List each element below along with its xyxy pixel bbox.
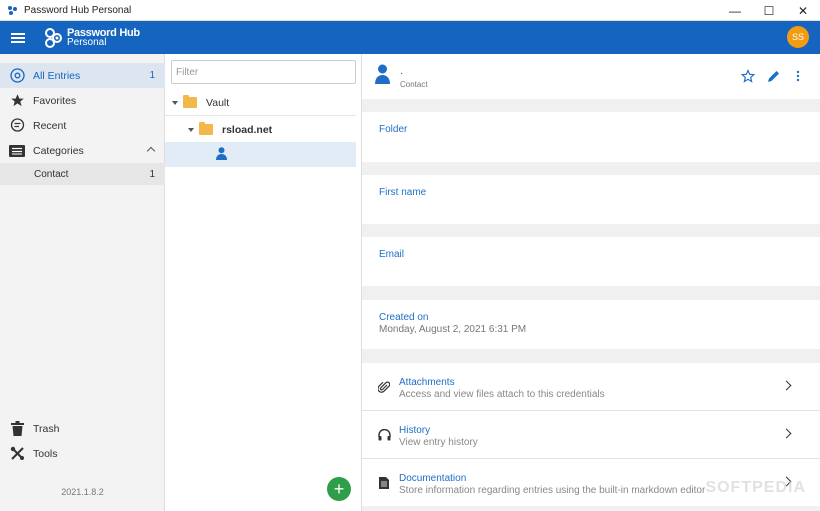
- field-value: Monday, August 2, 2021 6:31 PM: [379, 324, 527, 335]
- app-logo-icon: [6, 4, 18, 16]
- entry-count: 1: [149, 70, 155, 81]
- sidebar-item-label: Categories: [33, 144, 84, 157]
- password-hub-logo-icon: [45, 27, 62, 48]
- link-subtitle: Access and view files attach to this cre…: [399, 389, 605, 400]
- sidebar-item-contact[interactable]: Contact 1: [0, 163, 165, 185]
- sidebar: All Entries 1 Favorites Recent Categorie…: [0, 54, 165, 511]
- history-link[interactable]: History View entry history: [362, 411, 820, 458]
- field-created-on: Created on Monday, August 2, 2021 6:31 P…: [362, 300, 820, 349]
- tree-item-rsload[interactable]: rsload.net: [165, 117, 356, 142]
- trash-icon: [9, 421, 25, 437]
- title-bar: Password Hub Personal — ☐ ✕: [0, 0, 820, 21]
- entry-name: ·: [400, 68, 404, 79]
- minimize-button[interactable]: —: [718, 0, 752, 21]
- entry-detail-panel: · Contact Folder First name Email Create…: [362, 54, 820, 511]
- sidebar-item-label: Trash: [33, 422, 60, 435]
- sidebar-item-label: Tools: [33, 447, 58, 460]
- entry-count: 1: [149, 168, 155, 180]
- link-title: Documentation: [399, 473, 467, 484]
- more-options-icon[interactable]: [790, 68, 806, 84]
- link-title: History: [399, 425, 431, 436]
- sidebar-item-recent[interactable]: Recent: [0, 113, 165, 138]
- link-subtitle: View entry history: [399, 437, 478, 448]
- sidebar-item-label: Favorites: [33, 94, 77, 107]
- expand-arrow-icon[interactable]: [188, 127, 194, 132]
- history-icon: [377, 428, 391, 442]
- expand-arrow-icon[interactable]: [172, 100, 178, 105]
- filter-input[interactable]: [171, 60, 356, 84]
- sidebar-item-label: All Entries: [33, 69, 81, 82]
- chevron-right-icon: [781, 428, 792, 439]
- window-title: Password Hub Personal: [24, 4, 132, 16]
- link-subtitle: Store information regarding entries usin…: [399, 485, 706, 496]
- sidebar-item-label: Contact: [34, 168, 69, 180]
- close-button[interactable]: ✕: [786, 0, 820, 21]
- sidebar-item-categories[interactable]: Categories: [0, 138, 165, 163]
- sidebar-item-label: Recent: [33, 119, 67, 132]
- logo-subtitle: Personal: [67, 36, 107, 48]
- app-version: 2021.1.8.2: [61, 487, 104, 497]
- entry-tree-panel: Vault rsload.net +: [165, 54, 362, 511]
- recent-icon: [9, 118, 25, 134]
- app-logo: Password Hub Personal: [42, 27, 140, 49]
- chevron-up-icon[interactable]: [146, 146, 156, 156]
- field-folder: Folder: [362, 112, 820, 162]
- star-icon: [9, 93, 25, 109]
- sidebar-item-trash[interactable]: Trash: [0, 416, 165, 441]
- menu-icon[interactable]: [11, 32, 25, 43]
- softpedia-watermark: SOFTPEDIA: [705, 479, 806, 496]
- entry-header: · Contact: [362, 54, 820, 99]
- user-avatar[interactable]: SS: [787, 26, 809, 48]
- sidebar-item-all-entries[interactable]: All Entries 1: [0, 63, 165, 88]
- tree-item-label: Vault: [206, 96, 230, 109]
- all-entries-icon: [9, 68, 25, 84]
- tools-icon: [9, 446, 25, 462]
- link-title: Attachments: [399, 377, 455, 388]
- person-icon: [216, 146, 227, 163]
- tree-divider: [165, 115, 356, 116]
- field-label: First name: [379, 187, 427, 198]
- favorite-star-icon[interactable]: [740, 68, 756, 84]
- field-label: Email: [379, 249, 405, 260]
- person-icon: [375, 64, 390, 87]
- chevron-right-icon: [781, 380, 792, 391]
- app-header: Password Hub Personal SS: [0, 21, 820, 54]
- field-email: Email: [362, 237, 820, 286]
- field-first-name: First name: [362, 175, 820, 224]
- field-label: Folder: [379, 124, 408, 135]
- maximize-button[interactable]: ☐: [752, 0, 786, 21]
- edit-pencil-icon[interactable]: [765, 68, 781, 84]
- tree-item-label: rsload.net: [222, 123, 273, 136]
- add-entry-button[interactable]: +: [327, 477, 351, 501]
- list-icon: [9, 143, 25, 159]
- paperclip-icon: [377, 380, 391, 394]
- window-controls: — ☐ ✕: [718, 0, 820, 21]
- tree-item-vault[interactable]: Vault: [165, 90, 356, 115]
- field-label: Created on: [379, 312, 429, 323]
- folder-icon: [199, 122, 213, 135]
- sidebar-item-tools[interactable]: Tools: [0, 441, 165, 466]
- sidebar-item-favorites[interactable]: Favorites: [0, 88, 165, 113]
- document-icon: [377, 476, 391, 490]
- tree-item-contact-entry[interactable]: [165, 142, 356, 167]
- attachments-link[interactable]: Attachments Access and view files attach…: [362, 363, 820, 410]
- entry-type: Contact: [400, 80, 428, 89]
- folder-icon: [183, 95, 197, 108]
